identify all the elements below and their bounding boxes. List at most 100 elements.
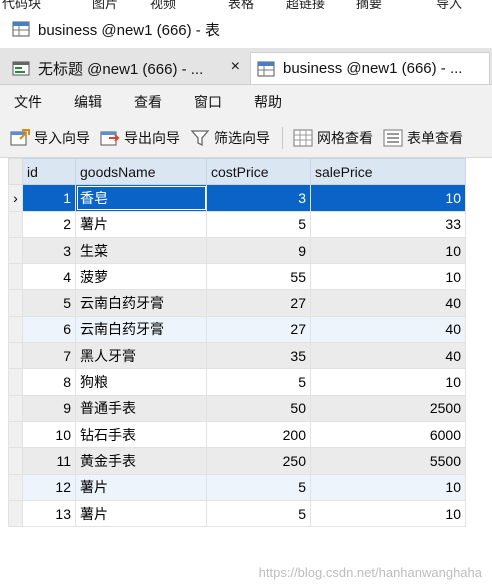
- cell-goodsname[interactable]: 香皂: [75, 184, 207, 212]
- cell-id[interactable]: 9: [22, 394, 76, 422]
- cell-costprice[interactable]: 5: [206, 473, 311, 501]
- cell-id[interactable]: 5: [22, 289, 76, 317]
- cell-goodsname[interactable]: 生菜: [75, 236, 207, 265]
- cell-goodsname[interactable]: 云南白药牙膏: [75, 315, 207, 344]
- grid-view-icon: [293, 129, 313, 147]
- cell-id[interactable]: 10: [22, 420, 76, 449]
- cell-id[interactable]: 1: [22, 184, 76, 212]
- menu-help[interactable]: 帮助: [240, 92, 300, 112]
- menu-edit[interactable]: 编辑: [60, 92, 120, 112]
- table-row[interactable]: 6 云南白药牙膏 27 40: [8, 315, 466, 344]
- cut-menu-item[interactable]: 视频: [150, 0, 176, 10]
- toolbar-divider: [282, 127, 283, 149]
- cell-id[interactable]: 8: [22, 368, 76, 396]
- cell-goodsname[interactable]: 薯片: [75, 210, 207, 238]
- cell-goodsname[interactable]: 菠萝: [75, 263, 207, 291]
- import-wizard-icon: [10, 129, 30, 146]
- table-row[interactable]: 2 薯片 5 33: [8, 210, 466, 238]
- table-row[interactable]: 4 菠萝 55 10: [8, 263, 466, 291]
- cell-id[interactable]: 13: [22, 499, 76, 528]
- cell-saleprice[interactable]: 10: [310, 473, 466, 501]
- cell-saleprice[interactable]: 2500: [310, 394, 466, 422]
- cell-costprice[interactable]: 55: [206, 263, 311, 291]
- table-row[interactable]: 7 黑人牙膏 35 40: [8, 342, 466, 370]
- tab-untitled-query[interactable]: 无标题 @new1 (666) - ... ×: [6, 52, 246, 84]
- row-marker: [8, 473, 23, 501]
- toolbar-label: 表单查看: [407, 130, 463, 146]
- row-marker: [8, 420, 23, 449]
- table-row[interactable]: 11 黄金手表 250 5500: [8, 447, 466, 475]
- column-header-costprice[interactable]: costPrice: [206, 157, 311, 186]
- cell-costprice[interactable]: 5: [206, 210, 311, 238]
- cell-goodsname[interactable]: 薯片: [75, 499, 207, 528]
- cut-menu-item[interactable]: 导入: [436, 0, 462, 10]
- cell-saleprice[interactable]: 40: [310, 289, 466, 317]
- table-row[interactable]: 5 云南白药牙膏 27 40: [8, 289, 466, 317]
- tab-business-table[interactable]: business @new1 (666) - ...: [250, 52, 490, 84]
- cell-saleprice[interactable]: 33: [310, 210, 466, 238]
- cell-costprice[interactable]: 9: [206, 236, 311, 265]
- cell-costprice[interactable]: 27: [206, 315, 311, 344]
- cell-saleprice[interactable]: 10: [310, 499, 466, 528]
- cell-costprice[interactable]: 5: [206, 499, 311, 528]
- cut-menu-item[interactable]: 超链接: [286, 0, 325, 10]
- tab-label: business @new1 (666) - ...: [283, 60, 463, 77]
- tab-close-icon[interactable]: ×: [231, 58, 240, 76]
- cell-costprice[interactable]: 200: [206, 420, 311, 449]
- form-view-button[interactable]: 表单查看: [383, 128, 463, 148]
- cell-goodsname[interactable]: 云南白药牙膏: [75, 289, 207, 317]
- row-marker: [8, 289, 23, 317]
- table-row[interactable]: 9 普通手表 50 2500: [8, 394, 466, 422]
- row-marker: [8, 342, 23, 370]
- cell-saleprice[interactable]: 10: [310, 236, 466, 265]
- cell-id[interactable]: 4: [22, 263, 76, 291]
- cell-id[interactable]: 7: [22, 342, 76, 370]
- cell-saleprice[interactable]: 6000: [310, 420, 466, 449]
- filter-wizard-button[interactable]: 筛选向导: [190, 128, 270, 148]
- table-row[interactable]: 3 生菜 9 10: [8, 236, 466, 265]
- export-wizard-button[interactable]: 导出向导: [100, 128, 180, 148]
- cell-id[interactable]: 6: [22, 315, 76, 344]
- cut-menu-item[interactable]: 摘要: [356, 0, 382, 10]
- cell-goodsname[interactable]: 狗粮: [75, 368, 207, 396]
- cut-menu-item[interactable]: 图片: [92, 0, 118, 10]
- cell-costprice[interactable]: 5: [206, 368, 311, 396]
- table-row[interactable]: 12 薯片 5 10: [8, 473, 466, 501]
- cut-menu-item[interactable]: 代码块: [2, 0, 41, 10]
- cell-saleprice[interactable]: 40: [310, 342, 466, 370]
- grid-view-button[interactable]: 网格查看: [293, 128, 373, 148]
- cell-goodsname[interactable]: 普通手表: [75, 394, 207, 422]
- cell-goodsname[interactable]: 钻石手表: [75, 420, 207, 449]
- cell-id[interactable]: 2: [22, 210, 76, 238]
- cut-menu-item[interactable]: 表格: [228, 0, 254, 10]
- table-row[interactable]: 10 钻石手表 200 6000: [8, 420, 466, 449]
- row-marker: [8, 368, 23, 396]
- cell-costprice[interactable]: 250: [206, 447, 311, 475]
- cell-costprice[interactable]: 35: [206, 342, 311, 370]
- cell-goodsname[interactable]: 黑人牙膏: [75, 342, 207, 370]
- cell-costprice[interactable]: 3: [206, 184, 311, 212]
- cell-goodsname[interactable]: 黄金手表: [75, 447, 207, 475]
- cell-saleprice[interactable]: 10: [310, 263, 466, 291]
- table-row[interactable]: › 1 香皂 3 10: [8, 184, 466, 212]
- cell-id[interactable]: 12: [22, 473, 76, 501]
- table-row[interactable]: 13 薯片 5 10: [8, 499, 466, 528]
- cell-saleprice[interactable]: 5500: [310, 447, 466, 475]
- menu-file[interactable]: 文件: [0, 92, 60, 112]
- cell-id[interactable]: 3: [22, 236, 76, 265]
- column-header-id[interactable]: id: [22, 157, 76, 186]
- cell-saleprice[interactable]: 40: [310, 315, 466, 344]
- cell-costprice[interactable]: 50: [206, 394, 311, 422]
- column-header-goodsname[interactable]: goodsName: [75, 157, 207, 186]
- table-row[interactable]: 8 狗粮 5 10: [8, 368, 466, 396]
- cell-id[interactable]: 11: [22, 447, 76, 475]
- import-wizard-button[interactable]: 导入向导: [10, 128, 90, 148]
- column-header-saleprice[interactable]: salePrice: [310, 157, 466, 186]
- cell-saleprice[interactable]: 10: [310, 184, 466, 212]
- cell-goodsname[interactable]: 薯片: [75, 473, 207, 501]
- menu-window[interactable]: 窗口: [180, 92, 240, 112]
- row-marker: [8, 263, 23, 291]
- menu-view[interactable]: 查看: [120, 92, 180, 112]
- cell-saleprice[interactable]: 10: [310, 368, 466, 396]
- cell-costprice[interactable]: 27: [206, 289, 311, 317]
